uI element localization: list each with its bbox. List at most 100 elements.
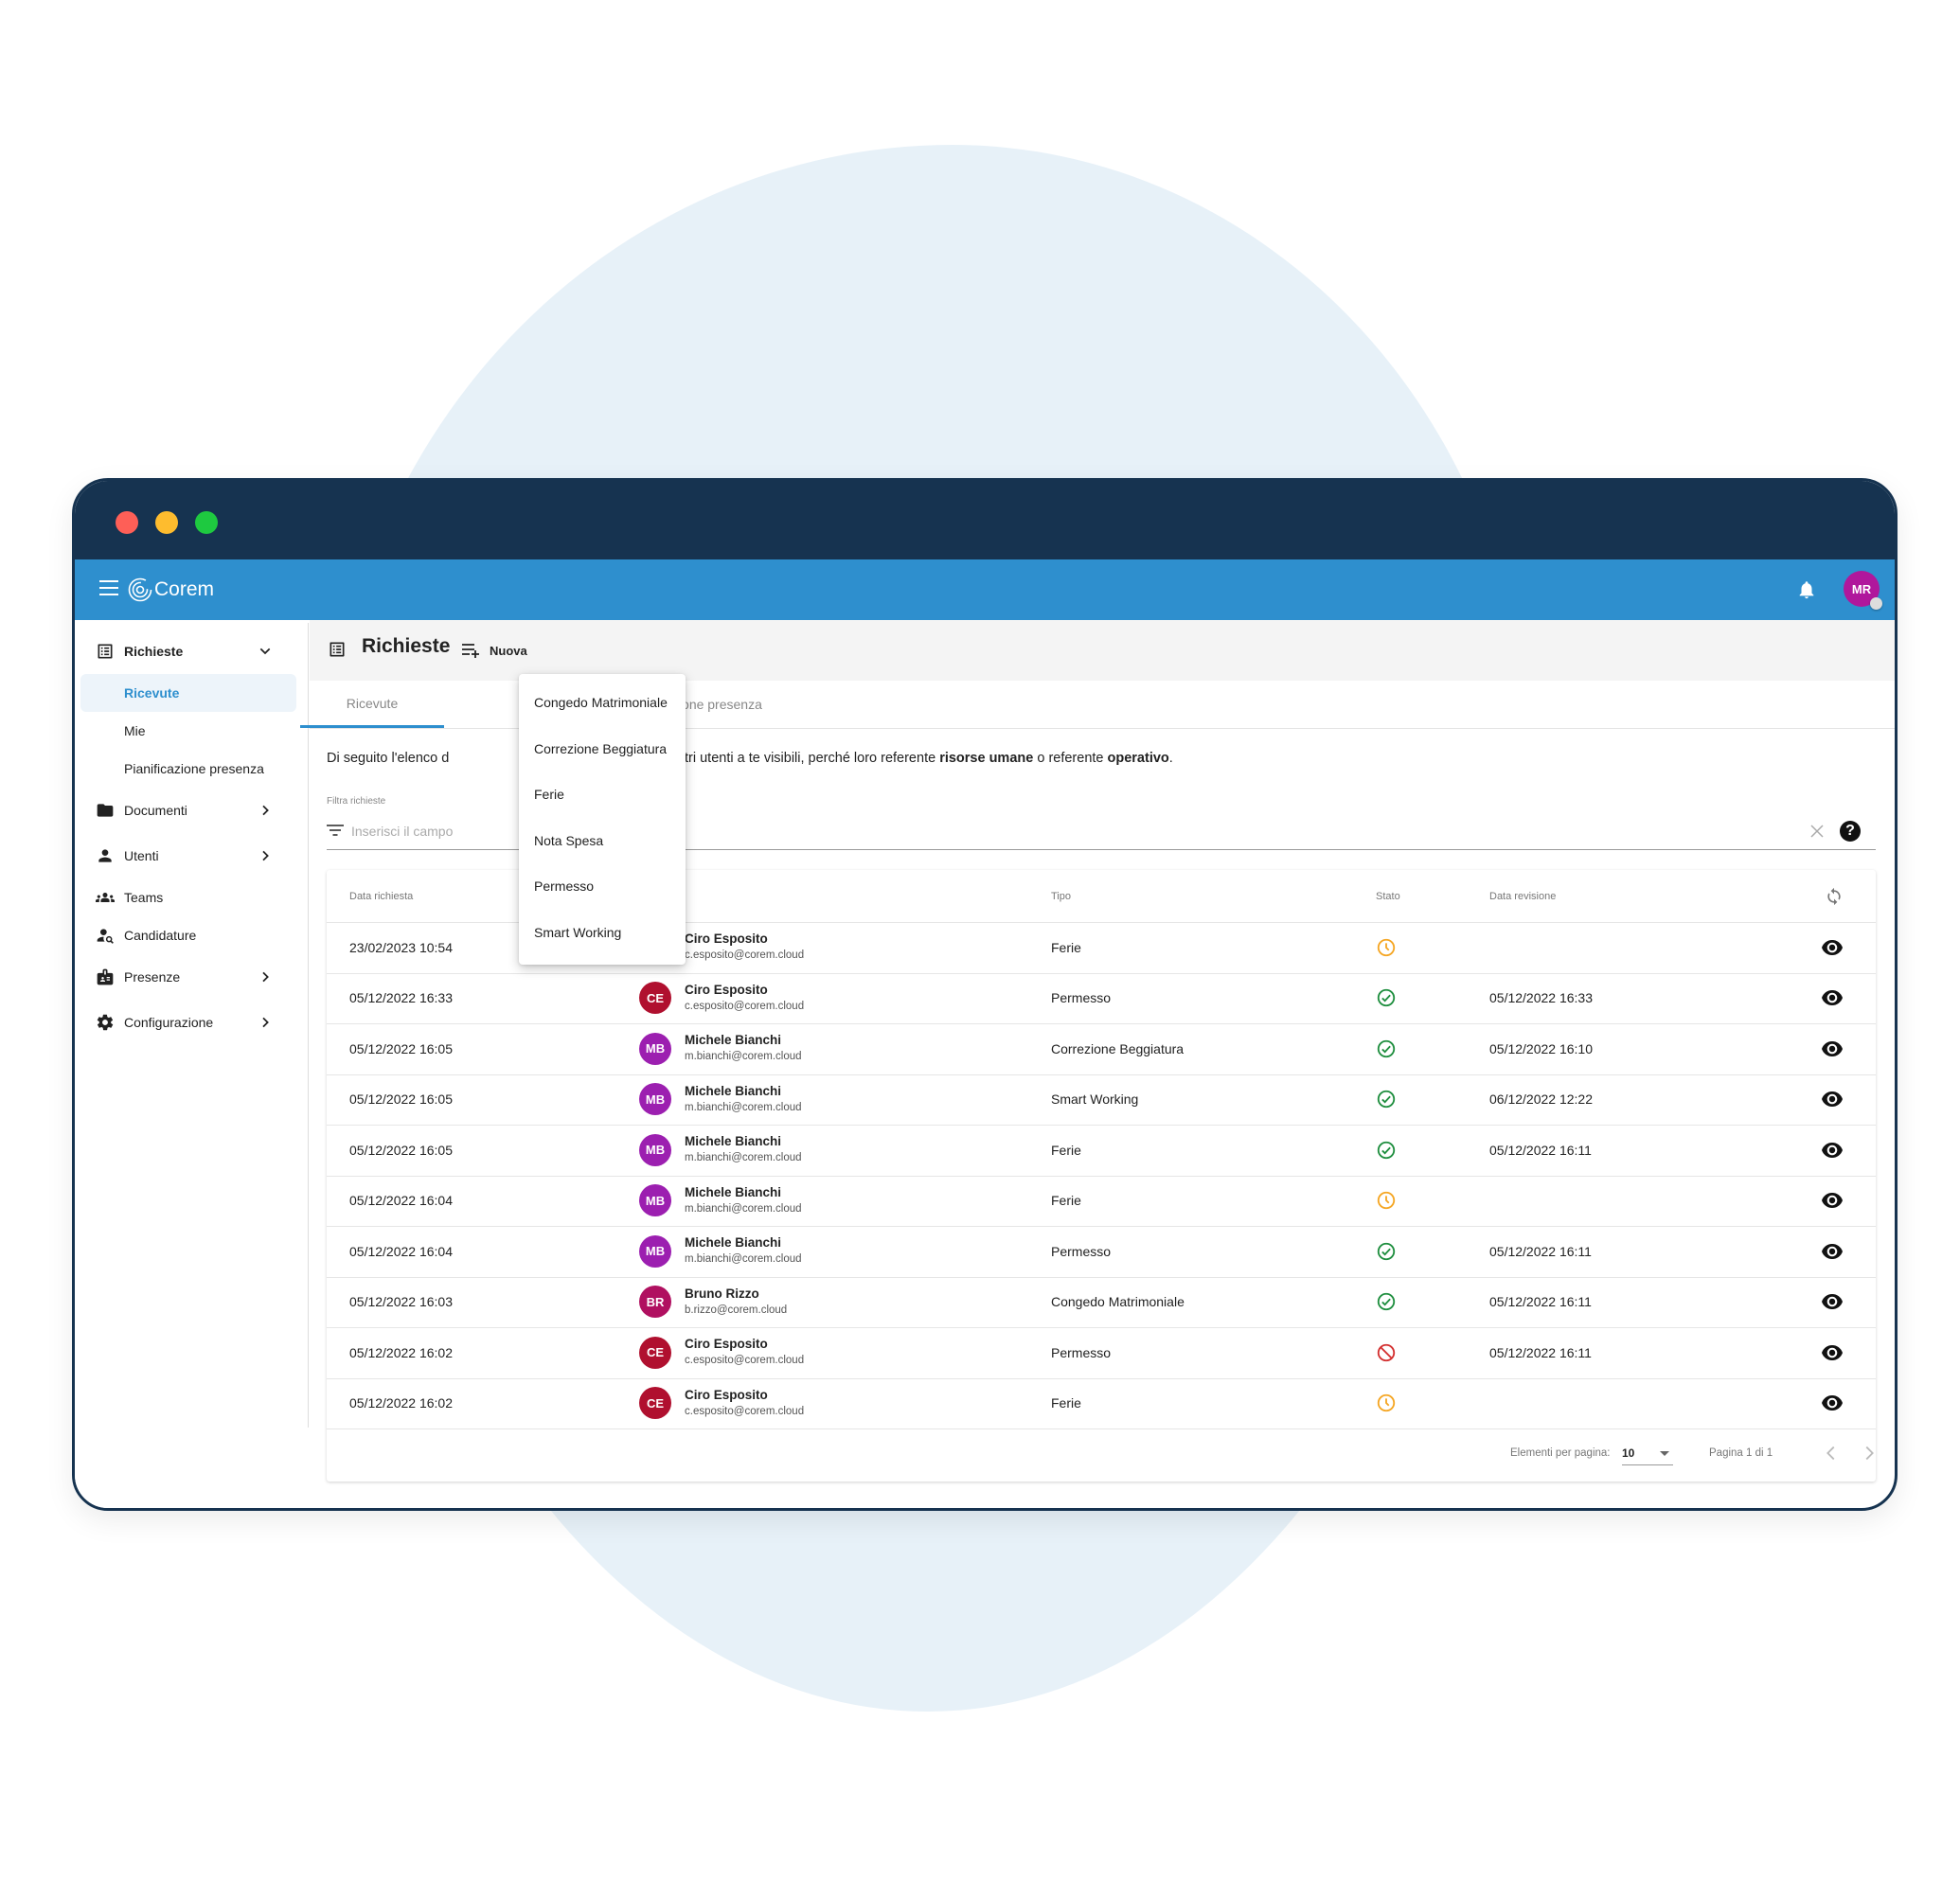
author: MB Michele Bianchi m.bianchi@corem.cloud xyxy=(639,1226,802,1277)
table-row[interactable]: 05/12/2022 16:04 MB Michele Bianchi m.bi… xyxy=(327,1176,1876,1227)
status-badge xyxy=(1376,1125,1397,1176)
request-type: Congedo Matrimoniale xyxy=(1051,1294,1185,1310)
sidebar-item-configurazione[interactable]: Configurazione xyxy=(75,1003,302,1041)
avatar: CE xyxy=(639,1387,671,1420)
view-button[interactable] xyxy=(1821,1176,1844,1227)
brand-name: Corem xyxy=(154,578,215,600)
revision-date: 05/12/2022 16:10 xyxy=(1489,1040,1593,1056)
column-header-status[interactable]: Stato xyxy=(1376,870,1400,922)
new-request-menu: Congedo Matrimoniale Correzione Beggiatur… xyxy=(519,674,686,965)
view-button[interactable] xyxy=(1821,1125,1844,1176)
person-search-icon xyxy=(97,929,114,944)
check-circle-icon xyxy=(1377,1293,1396,1311)
menu-item[interactable]: Nota Spesa xyxy=(519,818,686,863)
menu-item[interactable]: Congedo Matrimoniale xyxy=(519,680,686,725)
sidebar-item-label: Richieste xyxy=(124,644,184,659)
avatar-initials: MB xyxy=(645,1143,666,1158)
table-row[interactable]: 05/12/2022 16:33 CE Ciro Esposito c.espo… xyxy=(327,973,1876,1024)
help-icon[interactable]: ? xyxy=(1840,821,1861,842)
sidebar-subitem-ricevute[interactable]: Ricevute xyxy=(80,674,296,712)
author: MB Michele Bianchi m.bianchi@corem.cloud xyxy=(639,1023,802,1074)
revision-date: 05/12/2022 16:11 xyxy=(1489,1243,1592,1259)
menu-icon[interactable] xyxy=(99,580,118,597)
close-icon[interactable] xyxy=(1809,824,1825,839)
sidebar-item-label: Candidature xyxy=(124,928,197,943)
menu-item[interactable]: Smart Working xyxy=(519,910,686,955)
sidebar-item-documenti[interactable]: Documenti xyxy=(75,791,302,829)
corem-logo-icon xyxy=(128,577,152,602)
view-button[interactable] xyxy=(1821,922,1844,973)
chevron-right-icon xyxy=(262,805,269,816)
request-date: 05/12/2022 16:03 xyxy=(349,1294,453,1310)
sidebar-subitem-mie[interactable]: Mie xyxy=(80,712,296,750)
gear-icon xyxy=(97,1014,114,1031)
refresh-button[interactable] xyxy=(1825,870,1844,922)
author: CE Ciro Esposito c.esposito@corem.cloud xyxy=(639,973,804,1024)
author-name: Ciro Esposito xyxy=(685,1337,768,1352)
view-button[interactable] xyxy=(1821,1327,1844,1378)
view-button[interactable] xyxy=(1821,1074,1844,1126)
chevron-right-icon xyxy=(262,971,269,983)
description-text-continued: tri utenti a te visibili, perché loro re… xyxy=(685,751,1173,766)
column-header-type[interactable]: Tipo xyxy=(1051,870,1071,922)
view-button[interactable] xyxy=(1821,973,1844,1024)
avatar: MB xyxy=(639,1133,671,1166)
table-row[interactable]: 05/12/2022 16:03 BR Bruno Rizzo b.rizzo@… xyxy=(327,1277,1876,1328)
clock-icon xyxy=(1377,938,1396,956)
new-request-button[interactable]: Nuova xyxy=(461,637,527,664)
sidebar-item-richieste[interactable]: Richieste xyxy=(75,632,302,670)
maximize-window-button[interactable] xyxy=(195,511,218,534)
chevron-down-icon xyxy=(259,648,271,655)
clock-icon xyxy=(1377,1192,1396,1210)
view-button[interactable] xyxy=(1821,1023,1844,1074)
avatar-initials: MB xyxy=(645,1041,666,1056)
menu-item[interactable]: Correzione Beggiatura xyxy=(519,726,686,772)
page-title: Richieste xyxy=(362,635,451,657)
table-row[interactable]: 05/12/2022 16:05 MB Michele Bianchi m.bi… xyxy=(327,1074,1876,1126)
column-header-revision-date[interactable]: Data revisione xyxy=(1489,870,1556,922)
author-email: b.rizzo@corem.cloud xyxy=(685,1304,788,1316)
avatar-initials: MB xyxy=(645,1244,666,1259)
menu-item[interactable]: Permesso xyxy=(519,863,686,909)
sidebar-item-utenti[interactable]: Utenti xyxy=(75,837,302,875)
table-row[interactable]: 05/12/2022 16:05 MB Michele Bianchi m.bi… xyxy=(327,1023,1876,1075)
per-page-select[interactable]: 10 xyxy=(1622,1442,1673,1465)
list-alt-icon xyxy=(98,644,113,659)
table-row[interactable]: 05/12/2022 16:05 MB Michele Bianchi m.bi… xyxy=(327,1125,1876,1177)
logo[interactable]: Corem xyxy=(128,574,214,606)
view-button[interactable] xyxy=(1821,1277,1844,1328)
close-window-button[interactable] xyxy=(116,511,138,534)
column-header-date[interactable]: Data richiesta xyxy=(349,870,413,922)
request-type: Permesso xyxy=(1051,1243,1112,1259)
author-email: c.esposito@corem.cloud xyxy=(685,1355,805,1367)
description-bold-operative: operativo xyxy=(1107,751,1169,766)
chevron-left-icon[interactable] xyxy=(1821,1443,1842,1464)
menu-item[interactable]: Ferie xyxy=(519,772,686,817)
user-initials: MR xyxy=(1851,581,1872,596)
author: MB Michele Bianchi m.bianchi@corem.cloud xyxy=(639,1125,802,1176)
request-date: 05/12/2022 16:33 xyxy=(349,990,453,1006)
sidebar-item-candidature[interactable]: Candidature xyxy=(75,916,302,954)
bell-icon[interactable] xyxy=(1796,578,1817,601)
view-button[interactable] xyxy=(1821,1226,1844,1277)
request-date: 05/12/2022 16:02 xyxy=(349,1395,453,1411)
request-date: 05/12/2022 16:05 xyxy=(349,1142,453,1158)
table-row[interactable]: 05/12/2022 16:02 CE Ciro Esposito c.espo… xyxy=(327,1327,1876,1379)
view-button[interactable] xyxy=(1821,1378,1844,1429)
sidebar-subitem-pianificazione[interactable]: Pianificazione presenza xyxy=(80,750,296,788)
user-avatar[interactable]: MR xyxy=(1844,571,1882,610)
table-row[interactable]: 05/12/2022 16:02 CE Ciro Esposito c.espo… xyxy=(327,1378,1876,1429)
request-type: Permesso xyxy=(1051,1344,1112,1360)
author-name: Michele Bianchi xyxy=(685,1235,782,1251)
sidebar-item-teams[interactable]: Teams xyxy=(75,878,302,916)
sidebar-item-presenze[interactable]: Presenze xyxy=(75,958,302,996)
description-text: Di seguito l'elenco d xyxy=(327,751,450,766)
eye-icon xyxy=(1822,1091,1843,1108)
chevron-right-icon[interactable] xyxy=(1859,1443,1880,1464)
tab-ricevute[interactable]: Ricevute xyxy=(300,681,444,728)
minimize-window-button[interactable] xyxy=(155,511,178,534)
table-row[interactable]: 05/12/2022 16:04 MB Michele Bianchi m.bi… xyxy=(327,1226,1876,1278)
sidebar-subitem-label: Mie xyxy=(124,723,146,738)
sidebar-item-label: Presenze xyxy=(124,969,181,985)
avatar-initials: CE xyxy=(646,1345,665,1360)
